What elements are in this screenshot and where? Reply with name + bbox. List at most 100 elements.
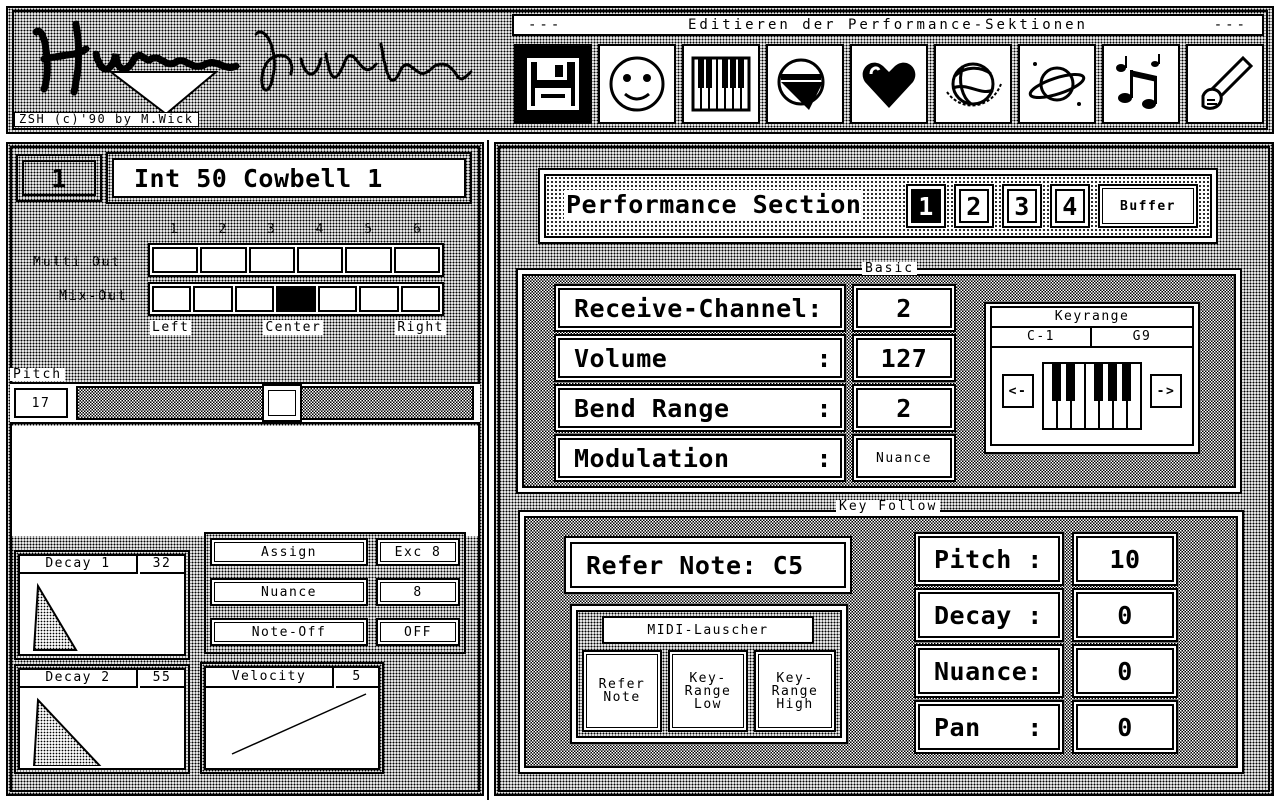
out-number-4: 4 [315, 222, 325, 237]
section-1-button[interactable]: 1 [906, 184, 946, 228]
decay1-value[interactable]: 32 [140, 556, 184, 574]
performance-title: Performance Section [564, 190, 864, 220]
mix-out-label: Mix-Out [59, 289, 128, 304]
mixer-funnel-icon[interactable] [766, 44, 844, 124]
receive-channel-text: Receive-Channel: [574, 293, 823, 323]
kf-decay-value[interactable]: 0 [1072, 588, 1178, 642]
midi-keyrange-high-button[interactable]: Key-Range High [754, 650, 836, 732]
pitch-value[interactable]: 17 [14, 388, 68, 418]
decay2-envelope [32, 697, 102, 766]
volume-text: Volume [574, 343, 668, 373]
multi-out-1[interactable] [152, 247, 199, 273]
mix-out-6[interactable] [359, 286, 399, 312]
kf-pitch-label: Pitch : [914, 532, 1064, 586]
buffer-button[interactable]: Buffer [1098, 184, 1198, 228]
midi-keyrange-high-label: Key-Range High [771, 670, 819, 712]
decay1-envelope [32, 582, 78, 651]
heart-icon[interactable] [850, 44, 928, 124]
pan-labels: Left Center Right [150, 320, 446, 335]
modulation-text: Modulation [574, 443, 730, 473]
copyright: ZSH (c)'90 by M.Wick [14, 112, 199, 127]
pan-right-label: Right [395, 320, 446, 335]
velocity-value[interactable]: 5 [336, 668, 378, 688]
multi-out-6[interactable] [393, 247, 440, 273]
section-4-button[interactable]: 4 [1050, 184, 1090, 228]
volume-colon: : [816, 343, 832, 373]
decay1-label: Decay 1 [20, 556, 138, 574]
mix-out-4[interactable] [276, 286, 316, 312]
keyrange-title: Keyrange [990, 306, 1194, 326]
section-2-button[interactable]: 2 [954, 184, 994, 228]
note-off-button[interactable]: Note-Off [210, 618, 368, 646]
midi-keyrange-low-button[interactable]: Key-Range Low [668, 650, 748, 732]
kf-pan-text: Pan : [934, 712, 1043, 742]
pan-center-label: Center [263, 320, 324, 335]
instrument-name[interactable]: Int 50 Cowbell 1 [112, 158, 466, 198]
velocity-label: Velocity [206, 668, 334, 688]
piano-keys-icon[interactable] [682, 44, 760, 124]
decay2-label: Decay 2 [20, 670, 138, 688]
mix-out-5[interactable] [317, 286, 358, 312]
nuance-value[interactable]: 8 [376, 578, 460, 606]
receive-channel-value[interactable]: 2 [852, 284, 956, 332]
velocity-curve [231, 693, 367, 755]
pitch-slider-thumb[interactable] [262, 384, 302, 422]
kf-pitch-value[interactable]: 10 [1072, 532, 1178, 586]
modulation-label: Modulation: [554, 434, 846, 482]
title-right-marker: --- [1213, 17, 1248, 33]
mix-out-2[interactable] [193, 286, 233, 312]
title-left-marker: --- [528, 17, 563, 33]
keyrange-low[interactable]: C-1 [990, 326, 1092, 348]
multi-out-3[interactable] [248, 247, 295, 273]
multi-out-5[interactable] [345, 247, 392, 273]
mix-out-7[interactable] [400, 286, 440, 312]
modulation-colon: : [816, 443, 832, 473]
window-title: Editieren der Performance-Sektionen [687, 17, 1088, 33]
mix-out-3[interactable] [234, 286, 275, 312]
planet-icon[interactable] [1018, 44, 1096, 124]
assign-button[interactable]: Assign [210, 538, 368, 566]
disk-icon[interactable] [514, 44, 592, 124]
face-icon[interactable] [598, 44, 676, 124]
kf-decay-label: Decay : [914, 588, 1064, 642]
multi-out-selector [148, 243, 444, 277]
volume-label: Volume: [554, 334, 846, 382]
pitch-label: Pitch [10, 368, 66, 381]
out-number-6: 6 [412, 222, 423, 237]
out-number-5: 5 [364, 222, 374, 237]
section-3-button[interactable]: 3 [1002, 184, 1042, 228]
kf-pan-value[interactable]: 0 [1072, 700, 1178, 754]
note-off-value[interactable]: OFF [376, 618, 460, 646]
assign-value[interactable]: Exc 8 [376, 538, 460, 566]
nuance-button[interactable]: Nuance [210, 578, 368, 606]
mix-out-1[interactable] [152, 286, 192, 312]
multi-out-2[interactable] [200, 247, 247, 273]
out-number-2: 2 [218, 222, 228, 237]
hand-pen-icon[interactable] [1186, 44, 1264, 124]
key-follow-label: Key Follow [836, 500, 941, 513]
out-numbers: 1 2 3 4 5 6 [150, 222, 442, 237]
keyrange-keyboard[interactable] [1042, 362, 1142, 430]
kf-nuance-label: Nuance: [914, 644, 1064, 698]
kf-decay-text: Decay : [934, 600, 1043, 630]
midi-refer-note-button[interactable]: Refer Note [582, 650, 662, 732]
kf-pan-label: Pan : [914, 700, 1064, 754]
kf-nuance-value[interactable]: 0 [1072, 644, 1178, 698]
bend-range-label: Bend Range: [554, 384, 846, 432]
modulation-value[interactable]: Nuance [852, 434, 956, 482]
mix-out-selector [148, 282, 444, 316]
bend-range-value[interactable]: 2 [852, 384, 956, 432]
keyrange-high[interactable]: G9 [1090, 326, 1194, 348]
multi-out-4[interactable] [296, 247, 344, 273]
bend-range-colon: : [816, 393, 832, 423]
volume-value[interactable]: 127 [852, 334, 956, 382]
title-bar: --- Editieren der Performance-Sektionen … [512, 14, 1264, 36]
basic-label: Basic [862, 262, 918, 275]
keyrange-right-arrow[interactable]: -> [1150, 374, 1182, 408]
refer-note[interactable]: Refer Note: C5 [570, 542, 846, 588]
music-notes-icon[interactable] [1102, 44, 1180, 124]
globe-swirl-icon[interactable] [934, 44, 1012, 124]
keyrange-left-arrow[interactable]: <- [1002, 374, 1034, 408]
decay2-value[interactable]: 55 [140, 670, 184, 688]
instrument-number[interactable]: 1 [22, 160, 96, 196]
